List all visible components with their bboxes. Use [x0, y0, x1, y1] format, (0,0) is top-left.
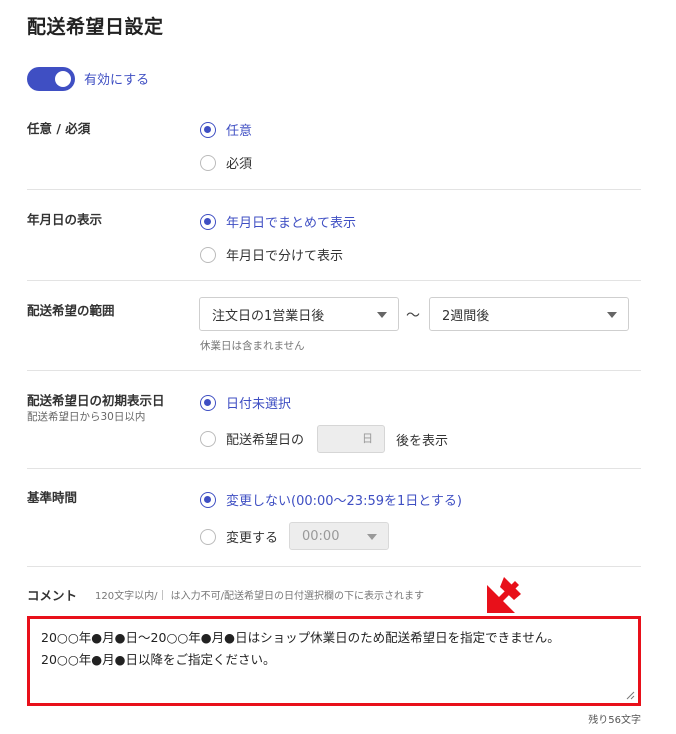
radio-dot — [200, 246, 216, 263]
radio-no-change-label: 変更しない(00:00～23:59を1日とする) — [226, 494, 462, 509]
radio-no-date-label: 日付未選択 — [226, 397, 292, 412]
radio-dot — [200, 213, 216, 230]
radio-dot — [200, 491, 216, 508]
remaining-chars: 残り56文字 — [588, 715, 641, 726]
enable-toggle-label: 有効にする — [84, 73, 150, 88]
radio-days-after[interactable]: 配送希望日の — [200, 429, 304, 448]
initial-date-sublabel: 配送希望日から30日以内 — [27, 411, 146, 423]
divider — [27, 566, 641, 567]
range-separator: ～ — [406, 308, 420, 324]
radio-change[interactable]: 変更する — [200, 527, 278, 546]
chevron-down-icon — [377, 312, 387, 318]
red-arrow-icon — [487, 577, 521, 613]
divider — [27, 370, 641, 371]
radio-dot — [200, 154, 216, 171]
radio-change-label: 変更する — [226, 531, 279, 546]
initial-date-label: 配送希望日の初期表示日 — [27, 393, 165, 408]
date-display-label: 年月日の表示 — [27, 212, 103, 227]
radio-no-date[interactable]: 日付未選択 — [200, 393, 291, 412]
radio-date-combined-label: 年月日でまとめて表示 — [226, 216, 357, 231]
radio-optional[interactable]: 任意 — [200, 120, 252, 139]
page-title: 配送希望日設定 — [27, 16, 164, 38]
chevron-down-icon — [607, 312, 617, 318]
range-end-select[interactable]: 2週間後 — [429, 297, 629, 331]
radio-dot — [200, 430, 216, 447]
radio-required-label: 必須 — [226, 157, 253, 172]
range-start-value: 注文日の1営業日後 — [212, 308, 325, 324]
comment-hint: 120文字以内/｜ は入力不可/配送希望日の日付選択欄の下に表示されます — [95, 591, 425, 602]
resize-grip-icon[interactable] — [625, 690, 635, 700]
range-start-select[interactable]: 注文日の1営業日後 — [199, 297, 399, 331]
radio-no-change[interactable]: 変更しない(00:00～23:59を1日とする) — [200, 490, 462, 509]
divider — [27, 280, 641, 281]
radio-optional-label: 任意 — [226, 124, 253, 139]
range-label: 配送希望の範囲 — [27, 303, 115, 318]
comment-textarea[interactable]: 20○○年●月●日～20○○年●月●日はショップ休業日のため配送希望日を指定でき… — [33, 622, 635, 700]
radio-date-separate[interactable]: 年月日で分けて表示 — [200, 245, 343, 264]
radio-dot — [200, 121, 216, 138]
days-unit: 日 — [362, 432, 373, 445]
days-after-text: 後を表示 — [396, 434, 449, 449]
base-time-select[interactable]: 00:00 — [289, 522, 389, 550]
divider — [27, 189, 641, 190]
radio-date-combined[interactable]: 年月日でまとめて表示 — [200, 212, 356, 231]
days-input[interactable]: 日 — [317, 425, 385, 453]
base-time-value: 00:00 — [302, 528, 340, 544]
radio-dot — [200, 528, 216, 545]
radio-required[interactable]: 必須 — [200, 153, 252, 172]
comment-highlight-box: 20○○年●月●日～20○○年●月●日はショップ休業日のため配送希望日を指定でき… — [27, 616, 641, 706]
base-time-label: 基準時間 — [27, 490, 78, 505]
radio-days-after-label: 配送希望日の — [226, 433, 305, 448]
radio-dot — [200, 394, 216, 411]
range-note: 休業日は含まれません — [200, 340, 305, 352]
enable-toggle[interactable] — [27, 67, 75, 91]
divider — [27, 468, 641, 469]
comment-label: コメント — [27, 588, 78, 603]
range-end-value: 2週間後 — [442, 308, 490, 324]
radio-date-separate-label: 年月日で分けて表示 — [226, 249, 344, 264]
chevron-down-icon — [367, 534, 377, 540]
toggle-knob — [55, 71, 71, 87]
required-label: 任意 / 必須 — [27, 121, 91, 136]
